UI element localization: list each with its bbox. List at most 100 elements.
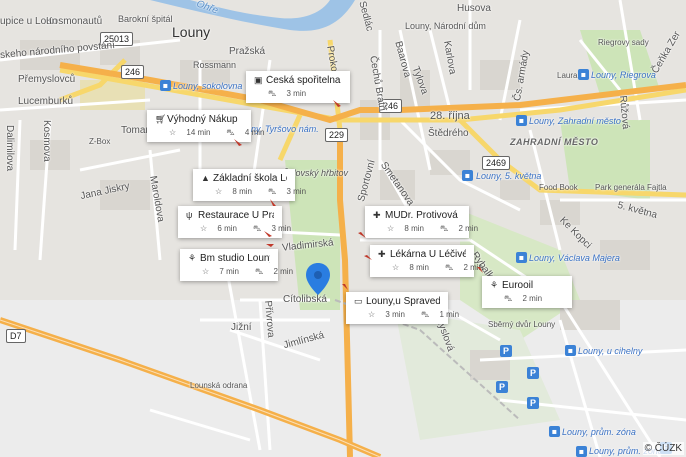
poi-car-time: 3 min [286, 89, 307, 98]
poi-car-time: 3 min [271, 224, 292, 233]
poi-car-time: 2 min [458, 224, 479, 233]
poi-car-time: 1 min [439, 310, 460, 319]
poi-name: Česká spořitelna [266, 75, 341, 86]
bus-stop-icon[interactable]: ▪ [516, 252, 527, 263]
poi-name: Výhodný Nákup [167, 114, 238, 125]
poi-walk-time: 3 min [385, 310, 405, 319]
parking-icon[interactable]: P [496, 381, 508, 393]
walk-icon: ☆ [215, 187, 223, 196]
medical-icon: ✚ [373, 210, 381, 220]
car-icon: ⛍ [439, 224, 449, 233]
poi-card[interactable]: ⚘ Eurooil ⛍ 2 min [482, 276, 572, 308]
place-label: Food Book [539, 183, 578, 192]
poi-walk-time: 6 min [217, 224, 237, 233]
street-label: Jižní [231, 322, 252, 333]
poi-car-time: 4 min [244, 128, 265, 137]
poi-walk-time: 8 min [409, 263, 429, 272]
car-icon: ⛍ [267, 187, 277, 196]
place-label: upice u Loun [0, 16, 58, 27]
location-pin-icon[interactable] [306, 263, 330, 295]
place-label: Lounská odrana [190, 381, 248, 390]
parking-icon[interactable]: P [500, 345, 512, 357]
poi-name: MUDr. Protivová ... [385, 210, 461, 221]
car-icon: ⛍ [444, 263, 454, 272]
street-label: Přemyslovců [18, 74, 76, 85]
parking-icon[interactable]: P [527, 397, 539, 409]
car-icon: ⛍ [504, 294, 513, 303]
bus-stop-icon[interactable]: ▪ [160, 80, 171, 91]
poi-walk-time: 8 min [232, 187, 252, 196]
school-icon: ▲ [201, 173, 210, 183]
poi-card[interactable]: ψ Restaurace U Pra... ☆ 6 min ⛍ 3 min [178, 206, 291, 238]
poi-car-time: 2 min [273, 267, 294, 276]
car-icon: ⛍ [268, 89, 277, 98]
bus-stop-icon[interactable]: ▪ [576, 446, 587, 457]
bus-icon: ▭ [354, 296, 363, 306]
walk-icon: ☆ [368, 310, 376, 319]
bus-stop-icon[interactable]: ▪ [565, 345, 576, 356]
walk-icon: ☆ [392, 263, 400, 272]
road-number-246: 246 [121, 65, 145, 79]
place-label: Barokní špitál [118, 14, 173, 24]
bus-stop-icon[interactable]: ▪ [462, 170, 473, 181]
place-label: Z-Box [89, 137, 111, 146]
car-icon: ⛍ [420, 310, 430, 319]
bank-icon: ▣ [254, 75, 263, 85]
walk-icon: ☆ [200, 224, 208, 233]
poi-card[interactable]: ✚ Lékárna U Léčivé... ☆ 8 min ⛍ 2 min [370, 245, 483, 277]
poi-walk-time: 7 min [219, 267, 239, 276]
street-label: Lucemburků [18, 96, 74, 107]
poi-name: Bm studio Louny [200, 253, 270, 264]
bus-stop-icon[interactable]: ▪ [578, 69, 589, 80]
cart-icon: 🛒︎ [155, 114, 167, 124]
street-label: Cítolibská [283, 294, 327, 305]
place-label: Louny, Národní dům [405, 21, 486, 31]
poi-name: Lékárna U Léčivé... [390, 249, 466, 260]
place-label: Rossmann [193, 60, 237, 70]
car-icon: ⛍ [226, 128, 235, 137]
poi-walk-time: 14 min [186, 128, 211, 137]
walk-icon: ☆ [169, 128, 177, 137]
bus-stop-label: Louny, prům. zóna [562, 427, 636, 437]
road-number-2469: 2469 [482, 156, 511, 170]
poi-card[interactable]: ▣ Česká spořitelna ⛍ 3 min [246, 71, 350, 103]
place-label: Riegrovy sady [598, 38, 649, 47]
street-label: Husova [457, 3, 491, 14]
poi-card[interactable]: 🛒︎Výhodný Nákup ☆ 14 min ⛍ 4 min [147, 110, 264, 142]
bus-stop-label: Louny, 5. května [476, 171, 542, 181]
bus-stop-label: Louny, Riegrova [591, 70, 656, 80]
poi-car-time: 3 min [286, 187, 307, 196]
copyright-notice: © ČÚZK [642, 442, 684, 455]
street-label: Dalimilova [4, 125, 15, 172]
street-label: 28. října [430, 110, 470, 122]
car-icon: ⛍ [252, 224, 262, 233]
poi-car-time: 2 min [522, 294, 543, 303]
poi-card[interactable]: ▲Základní škola Lo... ☆ 8 min ⛍ 3 min [193, 169, 306, 201]
poi-car-time: 2 min [463, 263, 484, 272]
poi-card[interactable]: ⚘ Bm studio Louny ☆ 7 min ⛍ 2 min [180, 249, 293, 281]
restaurant-icon: ψ [186, 210, 193, 220]
poi-walk-time: 8 min [404, 224, 424, 233]
tree-icon: ⚘ [490, 280, 499, 290]
bus-stop-icon[interactable]: ▪ [549, 426, 560, 437]
street-label: Kosmova [41, 120, 52, 162]
bus-stop-label: Louny, u cihelny [578, 346, 643, 356]
car-icon: ⛍ [254, 267, 264, 276]
poi-card[interactable]: ▭Louny,u Spravedl... ☆ 3 min ⛍ 1 min [346, 292, 459, 324]
bus-stop-icon[interactable]: ▪ [516, 115, 527, 126]
parking-icon[interactable]: P [527, 367, 539, 379]
place-label: Sběrný dvůr Louny [488, 320, 556, 329]
poi-name: Eurooil [502, 280, 534, 291]
poi-card[interactable]: ✚ MUDr. Protivová ... ☆ 8 min ⛍ 2 min [365, 206, 478, 238]
road-number-d7: D7 [6, 329, 26, 343]
poi-name: Restaurace U Pra... [198, 210, 274, 221]
poi-name: Louny,u Spravedl... [366, 296, 440, 307]
walk-icon: ☆ [202, 267, 210, 276]
tree-icon: ⚘ [188, 253, 197, 263]
pharmacy-icon: ✚ [378, 249, 386, 259]
place-label: Park generála Fajtla [595, 183, 667, 192]
walk-icon: ☆ [387, 224, 395, 233]
poi-name: Základní škola Lo... [213, 173, 287, 184]
bus-stop-label: Louny, sokolovna [173, 81, 243, 91]
bus-stop-label: Louny, Václava Majera [529, 253, 620, 263]
